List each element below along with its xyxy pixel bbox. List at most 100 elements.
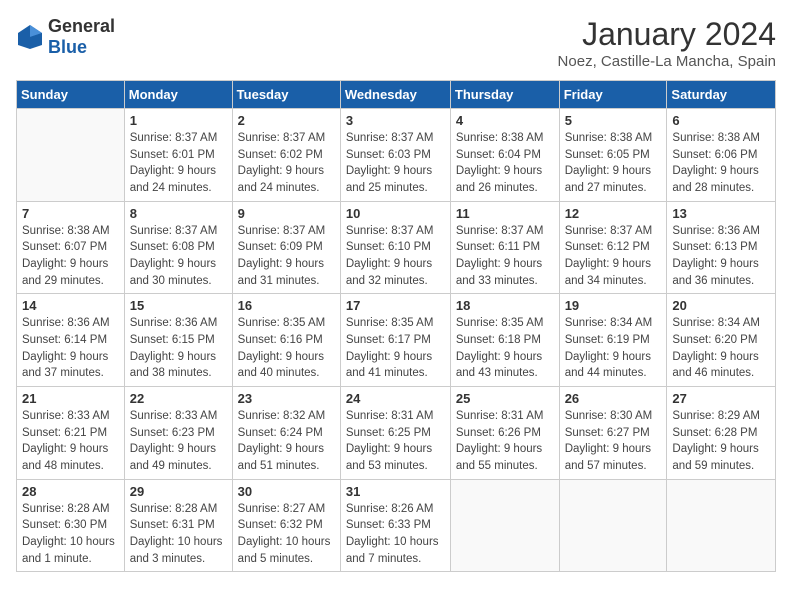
- sunrise-text: Sunrise: 8:37 AM: [346, 130, 445, 147]
- daylight-text: Daylight: 10 hours and 1 minute.: [22, 534, 119, 567]
- calendar-cell: 13 Sunrise: 8:36 AMSunset: 6:13 PMDayligh…: [667, 201, 776, 294]
- daylight-text: Daylight: 9 hours and 34 minutes.: [565, 256, 662, 289]
- day-info: Sunrise: 8:36 AMSunset: 6:14 PMDaylight:…: [22, 315, 119, 382]
- sunrise-text: Sunrise: 8:37 AM: [238, 130, 335, 147]
- daylight-text: Daylight: 10 hours and 5 minutes.: [238, 534, 335, 567]
- sunset-text: Sunset: 6:30 PM: [22, 517, 119, 534]
- day-number: 29: [130, 484, 227, 499]
- sunset-text: Sunset: 6:13 PM: [672, 239, 770, 256]
- day-number: 19: [565, 298, 662, 313]
- calendar-week-row: 1Sunrise: 8:37 AMSunset: 6:01 PMDaylight…: [17, 109, 776, 202]
- daylight-text: Daylight: 9 hours and 27 minutes.: [565, 163, 662, 196]
- daylight-text: Daylight: 9 hours and 49 minutes.: [130, 441, 227, 474]
- day-number: 15: [130, 298, 227, 313]
- sunset-text: Sunset: 6:04 PM: [456, 147, 554, 164]
- logo: General Blue: [16, 16, 115, 58]
- sunset-text: Sunset: 6:02 PM: [238, 147, 335, 164]
- calendar-cell: 15Sunrise: 8:36 AMSunset: 6:15 PMDayligh…: [124, 294, 232, 387]
- day-info: Sunrise: 8:33 AMSunset: 6:23 PMDaylight:…: [130, 408, 227, 475]
- day-info: Sunrise: 8:28 AMSunset: 6:30 PMDaylight:…: [22, 501, 119, 568]
- calendar-cell: 29 Sunrise: 8:28 AMSunset: 6:31 PMDayligh…: [124, 479, 232, 572]
- sunset-text: Sunset: 6:25 PM: [346, 425, 445, 442]
- sunrise-text: Sunrise: 8:26 AM: [346, 501, 445, 518]
- daylight-text: Daylight: 10 hours and 7 minutes.: [346, 534, 445, 567]
- day-info: Sunrise: 8:28 AMSunset: 6:31 PMDaylight:…: [130, 501, 227, 568]
- sunset-text: Sunset: 6:12 PM: [565, 239, 662, 256]
- day-number: 31: [346, 484, 445, 499]
- day-number: 13: [672, 206, 770, 221]
- sunrise-text: Sunrise: 8:37 AM: [130, 130, 227, 147]
- day-info: Sunrise: 8:35 AMSunset: 6:18 PMDaylight:…: [456, 315, 554, 382]
- sunset-text: Sunset: 6:07 PM: [22, 239, 119, 256]
- day-number: 10: [346, 206, 445, 221]
- calendar-cell: [17, 109, 125, 202]
- daylight-text: Daylight: 9 hours and 44 minutes.: [565, 349, 662, 382]
- day-number: 12: [565, 206, 662, 221]
- calendar-cell: 25Sunrise: 8:31 AMSunset: 6:26 PMDayligh…: [450, 387, 559, 480]
- day-info: Sunrise: 8:37 AMSunset: 6:12 PMDaylight:…: [565, 223, 662, 290]
- calendar-header-row: SundayMondayTuesdayWednesdayThursdayFrid…: [17, 81, 776, 109]
- day-header-sunday: Sunday: [17, 81, 125, 109]
- sunrise-text: Sunrise: 8:28 AM: [130, 501, 227, 518]
- calendar-cell: 3Sunrise: 8:37 AMSunset: 6:03 PMDaylight…: [340, 109, 450, 202]
- daylight-text: Daylight: 9 hours and 25 minutes.: [346, 163, 445, 196]
- daylight-text: Daylight: 9 hours and 53 minutes.: [346, 441, 445, 474]
- sunset-text: Sunset: 6:06 PM: [672, 147, 770, 164]
- day-info: Sunrise: 8:37 AMSunset: 6:08 PMDaylight:…: [130, 223, 227, 290]
- day-number: 9: [238, 206, 335, 221]
- sunrise-text: Sunrise: 8:38 AM: [456, 130, 554, 147]
- sunrise-text: Sunrise: 8:38 AM: [565, 130, 662, 147]
- day-header-wednesday: Wednesday: [340, 81, 450, 109]
- calendar-cell: 4Sunrise: 8:38 AMSunset: 6:04 PMDaylight…: [450, 109, 559, 202]
- logo-general-text: General: [48, 16, 115, 36]
- sunset-text: Sunset: 6:27 PM: [565, 425, 662, 442]
- daylight-text: Daylight: 9 hours and 43 minutes.: [456, 349, 554, 382]
- sunrise-text: Sunrise: 8:37 AM: [456, 223, 554, 240]
- sunset-text: Sunset: 6:32 PM: [238, 517, 335, 534]
- sunrise-text: Sunrise: 8:34 AM: [565, 315, 662, 332]
- daylight-text: Daylight: 9 hours and 28 minutes.: [672, 163, 770, 196]
- daylight-text: Daylight: 9 hours and 36 minutes.: [672, 256, 770, 289]
- sunset-text: Sunset: 6:18 PM: [456, 332, 554, 349]
- day-number: 7: [22, 206, 119, 221]
- calendar-cell: 18Sunrise: 8:35 AMSunset: 6:18 PMDayligh…: [450, 294, 559, 387]
- calendar-table: SundayMondayTuesdayWednesdayThursdayFrid…: [16, 80, 776, 572]
- calendar-cell: 27Sunrise: 8:29 AMSunset: 6:28 PMDayligh…: [667, 387, 776, 480]
- sunrise-text: Sunrise: 8:29 AM: [672, 408, 770, 425]
- sunrise-text: Sunrise: 8:30 AM: [565, 408, 662, 425]
- daylight-text: Daylight: 9 hours and 24 minutes.: [130, 163, 227, 196]
- calendar-cell: 26Sunrise: 8:30 AMSunset: 6:27 PMDayligh…: [559, 387, 667, 480]
- day-header-saturday: Saturday: [667, 81, 776, 109]
- day-info: Sunrise: 8:37 AMSunset: 6:03 PMDaylight:…: [346, 130, 445, 197]
- sunrise-text: Sunrise: 8:28 AM: [22, 501, 119, 518]
- calendar-cell: 7Sunrise: 8:38 AMSunset: 6:07 PMDaylight…: [17, 201, 125, 294]
- title-block: January 2024 Noez, Castille-La Mancha, S…: [558, 16, 776, 70]
- sunset-text: Sunset: 6:11 PM: [456, 239, 554, 256]
- calendar-cell: 2Sunrise: 8:37 AMSunset: 6:02 PMDaylight…: [232, 109, 340, 202]
- calendar-cell: 11Sunrise: 8:37 AMSunset: 6:11 PMDayligh…: [450, 201, 559, 294]
- daylight-text: Daylight: 9 hours and 46 minutes.: [672, 349, 770, 382]
- sunrise-text: Sunrise: 8:35 AM: [346, 315, 445, 332]
- daylight-text: Daylight: 9 hours and 33 minutes.: [456, 256, 554, 289]
- calendar-cell: 6Sunrise: 8:38 AMSunset: 6:06 PMDaylight…: [667, 109, 776, 202]
- calendar-cell: [667, 479, 776, 572]
- calendar-cell: 31 Sunrise: 8:26 AMSunset: 6:33 PMDayligh…: [340, 479, 450, 572]
- day-number: 30: [238, 484, 335, 499]
- sunrise-text: Sunrise: 8:36 AM: [672, 223, 770, 240]
- day-number: 28: [22, 484, 119, 499]
- calendar-cell: 8Sunrise: 8:37 AMSunset: 6:08 PMDaylight…: [124, 201, 232, 294]
- sunset-text: Sunset: 6:33 PM: [346, 517, 445, 534]
- sunrise-text: Sunrise: 8:37 AM: [130, 223, 227, 240]
- daylight-text: Daylight: 9 hours and 57 minutes.: [565, 441, 662, 474]
- day-number: 14: [22, 298, 119, 313]
- calendar-cell: 14 Sunrise: 8:36 AMSunset: 6:14 PMDayligh…: [17, 294, 125, 387]
- sunset-text: Sunset: 6:24 PM: [238, 425, 335, 442]
- calendar-cell: 10Sunrise: 8:37 AMSunset: 6:10 PMDayligh…: [340, 201, 450, 294]
- calendar-cell: 23Sunrise: 8:32 AMSunset: 6:24 PMDayligh…: [232, 387, 340, 480]
- daylight-text: Daylight: 9 hours and 26 minutes.: [456, 163, 554, 196]
- daylight-text: Daylight: 9 hours and 37 minutes.: [22, 349, 119, 382]
- daylight-text: Daylight: 9 hours and 29 minutes.: [22, 256, 119, 289]
- sunset-text: Sunset: 6:15 PM: [130, 332, 227, 349]
- day-info: Sunrise: 8:35 AMSunset: 6:16 PMDaylight:…: [238, 315, 335, 382]
- calendar-cell: 24Sunrise: 8:31 AMSunset: 6:25 PMDayligh…: [340, 387, 450, 480]
